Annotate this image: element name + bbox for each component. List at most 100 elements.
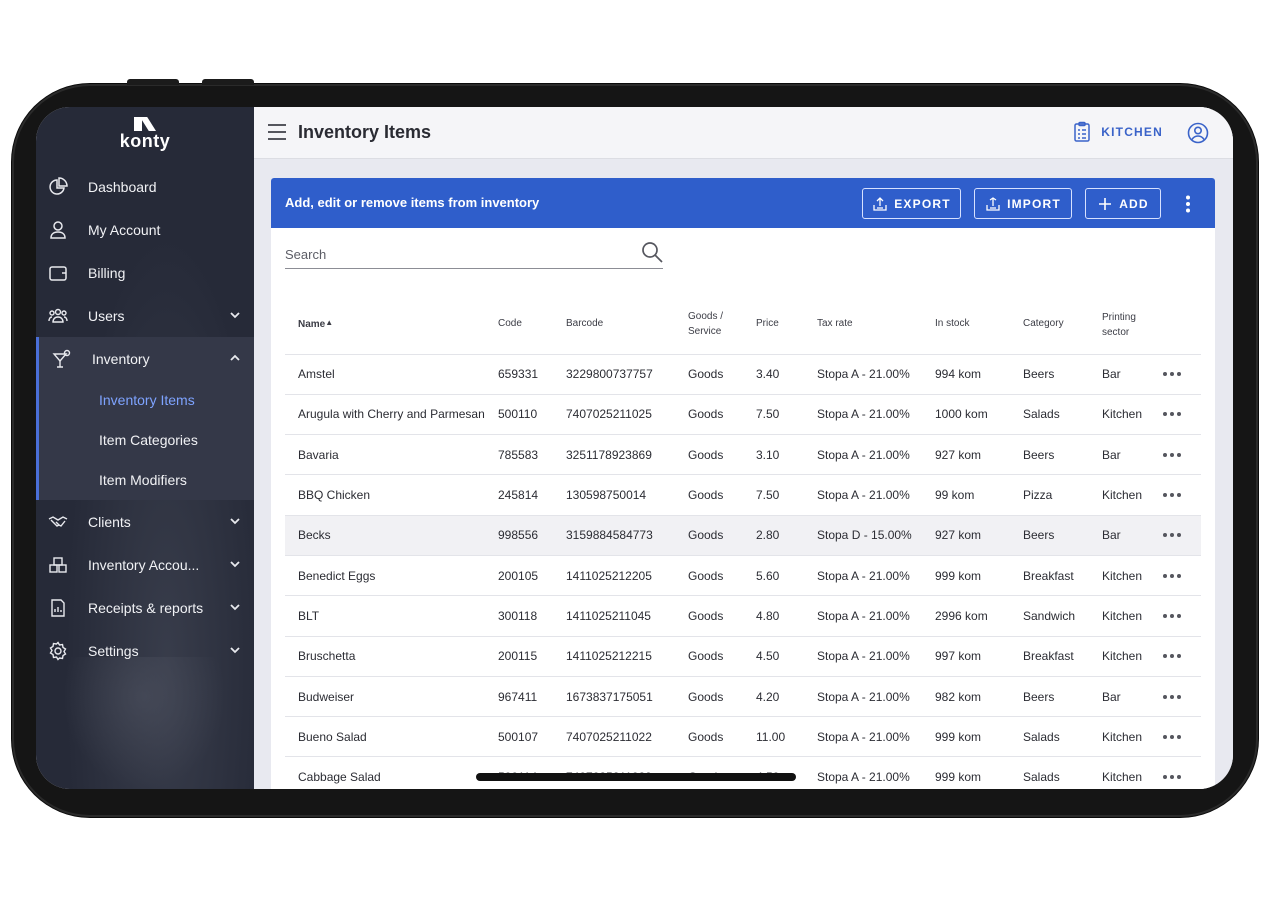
sidebar-item-users[interactable]: Users [36, 294, 254, 337]
printing-sector-button[interactable]: KITCHEN [1071, 121, 1163, 143]
column-header-goods-service[interactable]: Goods / Service [688, 294, 756, 354]
cell-tax: Stopa A - 21.00% [817, 649, 910, 664]
column-header-price[interactable]: Price [756, 294, 817, 354]
cell-price: 5.60 [756, 568, 780, 583]
account-circle-icon[interactable] [1187, 122, 1209, 144]
cell-price: 11.00 [756, 729, 786, 744]
konty-logo[interactable]: konty [108, 117, 182, 152]
more-horiz-icon[interactable] [1162, 532, 1182, 538]
cell-price: 3.40 [756, 367, 780, 382]
more-horiz-icon[interactable] [1162, 694, 1182, 700]
cell-type: Goods [688, 689, 724, 704]
chevron-up-icon [230, 354, 240, 361]
cell-sector: Bar [1102, 367, 1121, 382]
sidebar-item-billing[interactable]: Billing [36, 251, 254, 294]
column-header-in-stock[interactable]: In stock [935, 294, 1023, 354]
chevron-down-icon [230, 312, 240, 319]
table-row[interactable]: Becks 998556 3159884584773 Goods 2.80 Stopa D… [285, 515, 1201, 556]
cell-tax: Stopa A - 21.00% [817, 407, 910, 422]
cell-stock: 999 kom [935, 568, 982, 583]
sidebar-subitem-item-categories[interactable]: Item Categories [39, 420, 254, 460]
cell-actions [1162, 757, 1201, 789]
person-icon [50, 221, 66, 239]
volume-button [202, 79, 254, 85]
column-header-code[interactable]: Code [498, 294, 566, 354]
sidebar-nav: Dashboard My Account Billing Users Inven… [36, 165, 254, 672]
chevron-down-icon [230, 561, 240, 568]
sidebar-item-my-account[interactable]: My Account [36, 208, 254, 251]
sidebar-item-inventory-accounting[interactable]: Inventory Accou... [36, 543, 254, 586]
cell-stock: 997 kom [935, 649, 982, 664]
table-row[interactable]: Benedict Eggs 200105 1411025212205 Goods 5.6… [285, 555, 1201, 595]
cell-tax: Stopa A - 21.00% [817, 568, 910, 583]
more-horiz-icon[interactable] [1162, 774, 1182, 780]
more-horiz-icon[interactable] [1162, 411, 1182, 417]
cocktail-icon [52, 349, 71, 368]
column-header-name[interactable]: Name▲ [285, 294, 498, 354]
more-horiz-icon[interactable] [1162, 573, 1182, 579]
column-header-tax-rate[interactable]: Tax rate [817, 294, 935, 354]
cell-actions [1162, 354, 1201, 394]
handshake-icon [48, 516, 68, 527]
cell-barcode: 7407025211025 [566, 407, 652, 422]
add-item-button[interactable]: ADD [1085, 188, 1161, 219]
table-row[interactable]: BBQ Chicken 245814 130598750014 Goods 7.50 St… [285, 474, 1201, 515]
more-horiz-icon[interactable] [1162, 492, 1182, 498]
table-row[interactable]: Bueno Salad 500107 7407025211022 Goods 11.00… [285, 716, 1201, 757]
cell-price: 4.80 [756, 608, 780, 623]
table-row[interactable]: Amstel 659331 3229800737757 Goods 3.40 Stopa … [285, 354, 1201, 394]
table-row[interactable]: Budweiser 967411 1673837175051 Goods 4.20 Sto… [285, 676, 1201, 716]
cell-code: 200115 [498, 649, 538, 664]
hamburger-menu-icon[interactable] [267, 123, 287, 141]
cell-category: Breakfast [1023, 649, 1074, 664]
table-row[interactable]: Bruschetta 200115 1411025212215 Goods 4.50 St… [285, 636, 1201, 676]
table-row[interactable]: Bavaria 785583 3251178923869 Goods 3.10 Stopa… [285, 434, 1201, 475]
table-row[interactable]: BLT 300118 1411025211045 Goods 4.80 Stopa A -… [285, 595, 1201, 636]
search-field [285, 242, 663, 269]
cell-sector: Kitchen [1102, 770, 1143, 785]
cell-name: BLT [298, 608, 320, 623]
sidebar-subitem-inventory-items[interactable]: Inventory Items [39, 380, 254, 420]
sidebar-item-settings[interactable]: Settings [36, 629, 254, 672]
home-indicator [476, 773, 796, 781]
main-content: Inventory Items KITCHEN Add, edit or rem… [254, 107, 1233, 789]
plus-icon [1099, 197, 1112, 210]
column-header-category[interactable]: Category [1023, 294, 1102, 354]
cell-type: Goods [688, 528, 724, 543]
cell-code: 300118 [498, 608, 538, 623]
sidebar-item-label: Settings [88, 642, 139, 659]
cell-type: Goods [688, 488, 724, 503]
cell-tax: Stopa A - 21.00% [817, 770, 910, 785]
import-button[interactable]: IMPORT [974, 188, 1072, 219]
more-horiz-icon[interactable] [1162, 653, 1182, 659]
more-vert-icon[interactable] [1185, 195, 1191, 213]
column-header-line: Goods / [688, 310, 724, 322]
sidebar-item-inventory[interactable]: Inventory [36, 337, 254, 380]
search-input[interactable] [285, 245, 625, 262]
column-header-printing-sector[interactable]: Printing sector [1102, 294, 1162, 354]
export-button[interactable]: EXPORT [862, 188, 961, 219]
cell-price: 3.10 [756, 447, 780, 462]
sidebar-item-clients[interactable]: Clients [36, 500, 254, 543]
more-horiz-icon[interactable] [1162, 371, 1182, 377]
cell-type: Goods [688, 729, 724, 744]
search-icon[interactable] [641, 241, 663, 263]
cell-name: Bruschetta [298, 649, 356, 664]
cell-stock: 99 kom [935, 488, 975, 503]
users-group-icon [48, 308, 68, 323]
table-row[interactable]: Arugula with Cherry and Parmesan 500110 74… [285, 394, 1201, 434]
cell-code: 785583 [498, 447, 539, 462]
cell-code: 200105 [498, 568, 539, 583]
cell-category: Beers [1023, 689, 1055, 704]
sidebar-item-dashboard[interactable]: Dashboard [36, 165, 254, 208]
cell-stock: 994 kom [935, 367, 982, 382]
more-horiz-icon[interactable] [1162, 613, 1182, 619]
cell-code: 659331 [498, 367, 539, 382]
more-horiz-icon[interactable] [1162, 452, 1182, 458]
sidebar-item-receipts-reports[interactable]: Receipts & reports [36, 586, 254, 629]
more-horiz-icon[interactable] [1162, 734, 1182, 740]
sidebar-subitem-item-modifiers[interactable]: Item Modifiers [39, 460, 254, 500]
cell-actions [1162, 717, 1201, 757]
cell-category: Pizza [1023, 488, 1053, 503]
column-header-barcode[interactable]: Barcode [566, 294, 688, 354]
